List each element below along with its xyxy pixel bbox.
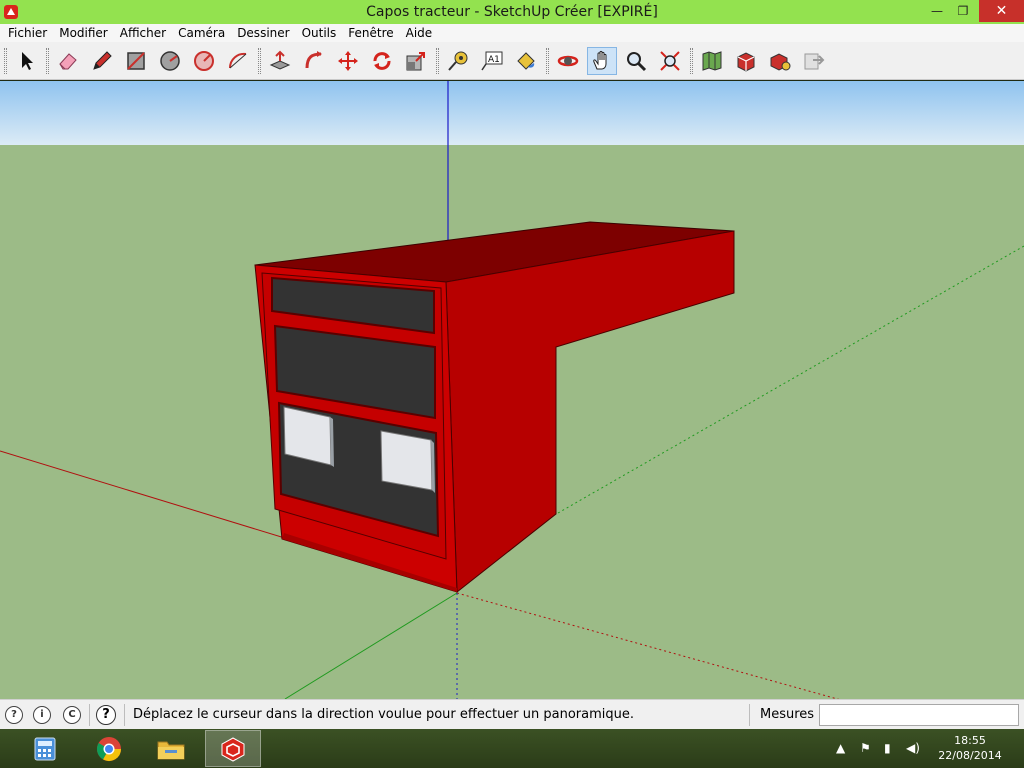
zoom-extents-tool-button[interactable]	[655, 47, 685, 75]
move-tool-button[interactable]	[333, 47, 363, 75]
menu-fenetre[interactable]: Fenêtre	[342, 24, 399, 42]
text-tool-button[interactable]: A1	[477, 47, 507, 75]
title-bar: Capos tracteur - SketchUp Créer [EXPIRÉ]…	[0, 0, 1024, 24]
scale-tool-icon	[406, 52, 425, 71]
chrome-icon	[96, 736, 121, 761]
sketchup-icon	[221, 736, 245, 762]
toolbar-separator	[46, 48, 49, 74]
polygon-tool-icon	[194, 51, 214, 71]
window-title: Capos tracteur - SketchUp Créer [EXPIRÉ]	[366, 4, 658, 20]
circle-tool-icon	[160, 51, 180, 71]
status-separator	[124, 704, 125, 726]
network-icon[interactable]: ▮	[884, 741, 891, 755]
send-to-layout-icon	[804, 53, 825, 70]
menu-fichier[interactable]: Fichier	[2, 24, 53, 42]
pan-tool-icon	[593, 50, 607, 70]
model-right-headlight	[380, 430, 433, 491]
menu-outils[interactable]: Outils	[296, 24, 343, 42]
eraser-tool-button[interactable]	[53, 47, 83, 75]
menu-modifier[interactable]: Modifier	[53, 24, 114, 42]
add-location-button[interactable]	[697, 47, 727, 75]
measurements-label: Mesures	[760, 707, 815, 722]
polygon-tool-button[interactable]	[189, 47, 219, 75]
menu-afficher[interactable]: Afficher	[114, 24, 172, 42]
file-explorer-icon	[157, 741, 185, 759]
modeling-viewport[interactable]	[0, 81, 1024, 699]
select-tool-icon	[22, 52, 33, 70]
toolbar-separator	[436, 48, 439, 74]
system-clock[interactable]: 18:55 22/08/2014	[934, 733, 1006, 763]
menu-aide[interactable]: Aide	[400, 24, 439, 42]
circle-tool-button[interactable]	[155, 47, 185, 75]
3d-warehouse-icon	[737, 52, 755, 72]
move-tool-icon	[338, 51, 358, 71]
zoom-tool-icon	[627, 52, 647, 72]
orbit-tool-icon	[557, 55, 579, 67]
pan-tool-button[interactable]	[587, 47, 617, 75]
paint-bucket-tool-icon	[517, 52, 535, 70]
zoom-extents-tool-icon	[660, 51, 680, 71]
flag-icon[interactable]: ⚑	[860, 741, 871, 755]
select-tool-button[interactable]	[11, 47, 41, 75]
svg-text:A1: A1	[488, 55, 500, 65]
measurements-input[interactable]	[819, 704, 1019, 726]
clock-date: 22/08/2014	[938, 749, 1002, 762]
eraser-tool-icon	[59, 53, 77, 70]
zoom-tool-button[interactable]	[621, 47, 651, 75]
menu-camera[interactable]: Caméra	[172, 24, 231, 42]
rectangle-tool-button[interactable]	[121, 47, 151, 75]
taskbar-calculator[interactable]	[17, 730, 73, 767]
add-location-icon	[702, 51, 722, 71]
tape-measure-tool-button[interactable]	[443, 47, 473, 75]
rotate-tool-icon	[373, 52, 391, 70]
close-button[interactable]: ✕	[979, 0, 1024, 22]
status-separator	[749, 704, 750, 726]
pencil-tool-icon	[93, 51, 112, 70]
pencil-tool-button[interactable]	[87, 47, 117, 75]
arc-tool-button[interactable]	[223, 47, 253, 75]
copyright-icon[interactable]: C	[63, 706, 81, 724]
volume-icon[interactable]: ◀)	[906, 741, 920, 755]
windows-taskbar: ▲ ⚑ ▮ ◀) 18:55 22/08/2014	[0, 729, 1024, 768]
status-bar: ? i C ? Déplacez le curseur dans la dire…	[0, 699, 1024, 729]
maximize-button[interactable]: ❐	[948, 0, 978, 22]
push-pull-tool-button[interactable]	[265, 47, 295, 75]
scene-canvas[interactable]	[0, 81, 1024, 699]
geo-location-icon[interactable]: ?	[5, 706, 23, 724]
toolbar-separator	[258, 48, 261, 74]
tape-measure-tool-icon	[448, 51, 468, 71]
show-hidden-icons-icon[interactable]: ▲	[836, 741, 845, 755]
status-message: Déplacez le curseur dans la direction vo…	[133, 707, 635, 722]
main-toolbar: A1	[0, 42, 1024, 80]
scale-tool-button[interactable]	[401, 47, 431, 75]
text-tool-icon: A1	[481, 51, 503, 71]
credits-icon[interactable]: i	[33, 706, 51, 724]
sky	[0, 81, 1024, 145]
extension-warehouse-button[interactable]	[765, 47, 795, 75]
send-to-layout-button[interactable]	[799, 47, 829, 75]
clock-time: 18:55	[954, 734, 986, 747]
toolbar-separator	[546, 48, 549, 74]
menu-dessiner[interactable]: Dessiner	[231, 24, 295, 42]
rectangle-tool-icon	[127, 52, 145, 70]
push-pull-tool-icon	[269, 50, 291, 70]
arc-tool-icon	[228, 52, 247, 69]
3d-warehouse-button[interactable]	[731, 47, 761, 75]
paint-bucket-tool-button[interactable]	[511, 47, 541, 75]
follow-me-tool-icon	[305, 51, 322, 69]
orbit-tool-button[interactable]	[553, 47, 583, 75]
rotate-tool-button[interactable]	[367, 47, 397, 75]
follow-me-tool-button[interactable]	[299, 47, 329, 75]
help-icon[interactable]: ?	[96, 705, 116, 725]
menu-bar: Fichier Modifier Afficher Caméra Dessine…	[0, 24, 1024, 42]
calculator-icon	[34, 737, 56, 760]
extension-warehouse-icon	[770, 53, 791, 71]
taskbar-chrome[interactable]	[81, 730, 137, 767]
toolbar-grip[interactable]	[4, 48, 7, 74]
toolbar-separator	[690, 48, 693, 74]
status-separator	[89, 704, 90, 726]
taskbar-file-explorer[interactable]	[143, 730, 199, 767]
taskbar-sketchup[interactable]	[205, 730, 261, 767]
